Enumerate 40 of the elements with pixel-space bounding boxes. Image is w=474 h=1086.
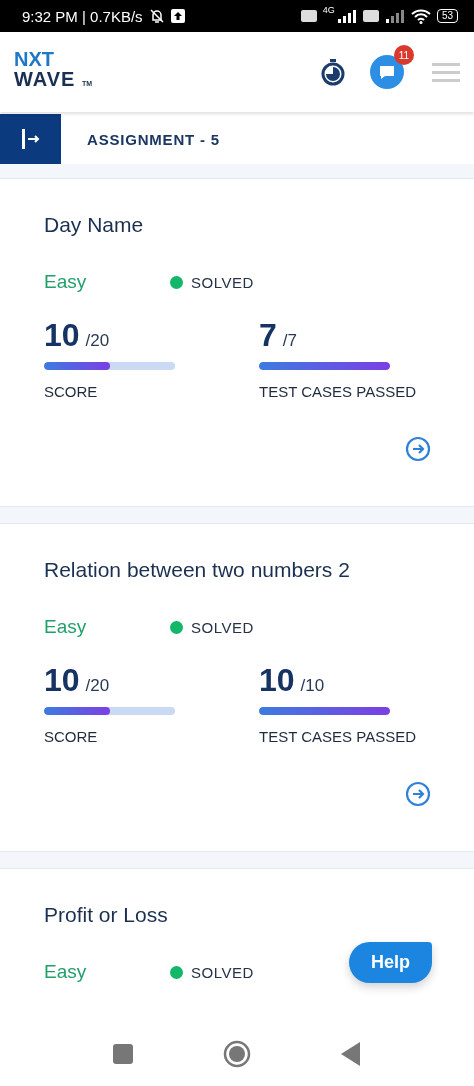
- difficulty-label: Easy: [44, 961, 88, 983]
- stat-total: /20: [85, 676, 110, 696]
- bell-off-icon: [148, 8, 165, 24]
- home-icon[interactable]: [223, 1040, 251, 1068]
- expand-sidebar-button[interactable]: [0, 114, 61, 164]
- stat-value: 10: [259, 662, 295, 699]
- status-label: SOLVED: [191, 963, 254, 981]
- stat-total: /10: [300, 676, 325, 696]
- stat-label: TEST CASES PASSED: [259, 728, 417, 745]
- status-time: 9:32 PM | 0.7KB/s: [22, 7, 143, 25]
- back-icon[interactable]: [341, 1042, 361, 1066]
- question-title: Relation between two numbers 2: [44, 558, 351, 582]
- signal-icon: [384, 9, 405, 23]
- question-title: Day Name: [44, 213, 145, 237]
- status-label: SOLVED: [191, 618, 254, 636]
- difficulty-label: Easy: [44, 271, 88, 293]
- stat-total: /7: [282, 331, 297, 351]
- stat-label: SCORE: [44, 728, 99, 745]
- help-button[interactable]: Help: [349, 942, 432, 983]
- difficulty-label: Easy: [44, 616, 88, 638]
- stat-label: TEST CASES PASSED: [259, 383, 417, 400]
- battery-indicator: 53: [436, 9, 458, 23]
- expand-icon: [20, 127, 41, 151]
- upload-icon: [170, 9, 185, 23]
- stat-label: SCORE: [44, 383, 99, 400]
- notification-badge: 11: [394, 45, 414, 65]
- stat-total: /20: [85, 331, 110, 351]
- signal-icon: [336, 9, 357, 23]
- stat-value: 7: [259, 317, 277, 354]
- stat-value: 10: [44, 662, 80, 699]
- wifi-icon: [410, 8, 431, 24]
- question-title: Profit or Loss: [44, 903, 169, 927]
- chat-icon: [378, 64, 396, 80]
- stopwatch-icon[interactable]: [320, 58, 346, 86]
- arrow-right-circle-icon[interactable]: [405, 781, 431, 807]
- assignment-title: ASSIGNMENT - 5: [87, 130, 220, 148]
- arrow-right-circle-icon[interactable]: [405, 436, 431, 462]
- stat-value: 10: [44, 317, 80, 354]
- status-label: SOLVED: [191, 273, 254, 291]
- network-type: 4G: [322, 5, 335, 15]
